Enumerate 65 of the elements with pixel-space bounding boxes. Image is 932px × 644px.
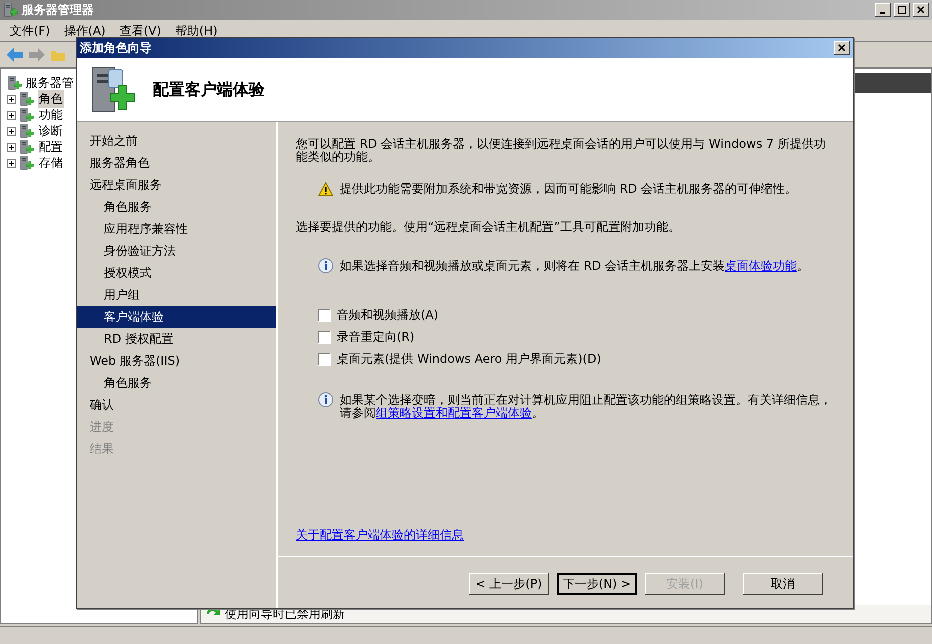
tree-item[interactable]: 存储 bbox=[38, 154, 64, 172]
wizard-step[interactable]: 角色服务 bbox=[77, 196, 276, 218]
checkbox[interactable] bbox=[318, 308, 331, 322]
wizard-step[interactable]: Web 服务器(IIS) bbox=[77, 350, 276, 372]
wizard-step[interactable]: 应用程序兼容性 bbox=[77, 218, 276, 240]
expand-icon[interactable] bbox=[7, 110, 16, 120]
close-icon bbox=[838, 44, 846, 52]
server-icon bbox=[3, 2, 19, 18]
maximize-button[interactable] bbox=[894, 3, 910, 17]
server-icon bbox=[19, 91, 35, 107]
info-icon bbox=[318, 258, 334, 274]
option-label: 桌面元素(提供 Windows Aero 用户界面元素)(D) bbox=[337, 352, 602, 366]
server-icon bbox=[19, 139, 35, 155]
info-icon bbox=[318, 392, 334, 408]
instruction-text: 选择要提供的功能。使用“远程桌面会话主机配置”工具可配置附加功能。 bbox=[296, 221, 682, 234]
wizard-step[interactable]: 确认 bbox=[77, 394, 276, 416]
help-link[interactable]: 关于配置客户端体验的详细信息 bbox=[296, 529, 464, 542]
minimize-button[interactable] bbox=[875, 3, 891, 17]
option-label: 音频和视频播放(A) bbox=[337, 308, 439, 322]
wizard-step[interactable]: 客户端体验 bbox=[77, 306, 276, 328]
expand-icon[interactable] bbox=[7, 126, 16, 136]
tree-item[interactable]: 角色 bbox=[38, 90, 64, 108]
page-heading: 配置客户端体验 bbox=[153, 78, 265, 100]
warning-icon bbox=[318, 182, 334, 197]
wizard-step[interactable]: 角色服务 bbox=[77, 372, 276, 394]
tree-item[interactable]: 配置 bbox=[38, 138, 64, 156]
checkbox[interactable] bbox=[318, 352, 331, 366]
tree-item[interactable]: 诊断 bbox=[38, 122, 64, 140]
intro-text: 您可以配置 RD 会话主机服务器，以便连接到远程桌面会话的用户可以使用与 Windows 7 所提供功能类似的功能。 bbox=[296, 138, 827, 164]
tree-item[interactable]: 功能 bbox=[38, 106, 64, 124]
server-icon bbox=[7, 75, 23, 91]
window-title: 服务器管理器 bbox=[22, 2, 95, 19]
wizard-step[interactable]: 用户组 bbox=[77, 284, 276, 306]
menu-item[interactable]: 帮助(H) bbox=[175, 22, 218, 40]
wizard-button[interactable]: < 上一步(P) bbox=[469, 572, 549, 594]
server-icon bbox=[19, 107, 35, 123]
server-icon bbox=[19, 123, 35, 139]
wizard-button[interactable]: 取消 bbox=[743, 572, 823, 594]
wizard-step[interactable]: 身份验证方法 bbox=[77, 240, 276, 262]
menu-item[interactable]: 操作(A) bbox=[64, 22, 106, 40]
expand-icon[interactable] bbox=[7, 94, 16, 104]
close-button[interactable] bbox=[913, 3, 929, 17]
info-link[interactable]: 桌面体验功能 bbox=[725, 259, 798, 273]
info-link[interactable]: 组策略设置和配置客户端体验 bbox=[376, 406, 532, 420]
wizard-step[interactable]: RD 授权配置 bbox=[77, 328, 276, 350]
menu-item[interactable]: 文件(F) bbox=[10, 22, 50, 40]
wizard-step[interactable]: 授权模式 bbox=[77, 262, 276, 284]
info-text: 如果某个选择变暗，则当前正在对计算机应用阻止配置该功能的组策略设置。有关详细信息，请参阅组策略设置和配置客户端体验。 bbox=[340, 392, 833, 420]
expand-icon[interactable] bbox=[7, 142, 16, 152]
wizard-button[interactable]: 下一步(N) > bbox=[557, 572, 637, 594]
server-icon bbox=[19, 155, 35, 171]
menu-item[interactable]: 查看(V) bbox=[120, 22, 162, 40]
close-button[interactable] bbox=[834, 41, 850, 55]
warning-text: 提供此功能需要附加系统和带宽资源，因而可能影响 RD 会话主机服务器的可伸缩性。 bbox=[340, 183, 798, 196]
wizard-step[interactable]: 服务器角色 bbox=[77, 152, 276, 174]
info-text: 如果选择音频和视频播放或桌面元素，则将在 RD 会话主机服务器上安装桌面体验功能。 bbox=[340, 258, 810, 273]
tree-item[interactable]: 服务器管 bbox=[26, 74, 74, 92]
wizard-step[interactable]: 远程桌面服务 bbox=[77, 174, 276, 196]
close-icon bbox=[917, 6, 925, 14]
expand-icon[interactable] bbox=[7, 158, 16, 168]
maximize-icon bbox=[898, 6, 906, 14]
checkbox[interactable] bbox=[318, 330, 331, 344]
option-label: 录音重定向(R) bbox=[337, 330, 415, 344]
dialog-title: 添加角色向导 bbox=[80, 40, 153, 57]
wizard-step[interactable]: 开始之前 bbox=[77, 130, 276, 152]
